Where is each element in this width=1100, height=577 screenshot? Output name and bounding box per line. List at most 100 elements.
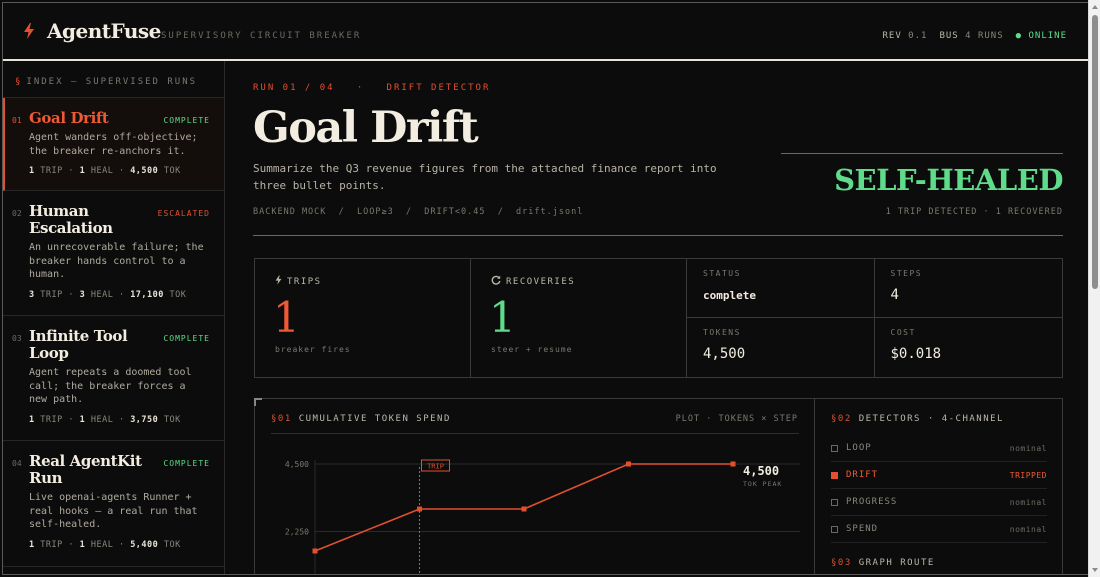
scroll-down-arrow-icon[interactable] — [1092, 568, 1098, 572]
recoveries-value: 1 — [489, 293, 516, 342]
brand-name: AgentFuse — [47, 19, 161, 43]
sidebar: § INDEX — SUPERVISED RUNS 01 Goal Drift C… — [3, 61, 225, 574]
stats-panel: TRIPS 1 breaker fires RECOVERIES 1 steer… — [254, 258, 1063, 378]
tokens-value: 4,500 — [703, 346, 746, 362]
scroll-thumb[interactable] — [1092, 15, 1098, 289]
data-point — [521, 506, 527, 512]
run-title: Infinite Tool Loop — [29, 327, 128, 362]
status-badge: COMPLETE — [163, 334, 210, 343]
graph-route-title: §03 GRAPH ROUTE — [831, 558, 935, 568]
top-bar: AgentFuse SUPERVISORY CIRCUIT BREAKER RE… — [3, 3, 1088, 59]
run-number: 02 — [12, 209, 22, 218]
run-number: 03 — [12, 334, 22, 343]
run-meta: 1 TRIP · 1 HEAL · 4,500 TOK — [29, 166, 181, 176]
tokens-stat: TOKENS 4,500 — [687, 318, 875, 377]
run-meta: 3 TRIP · 3 HEAL · 17,100 TOK — [29, 289, 187, 300]
run-description: Live openai-agents Runner + real hooks —… — [29, 492, 198, 530]
trips-value: 1 — [273, 293, 300, 342]
bus-indicator: BUS 4 RUNS — [939, 31, 1004, 41]
verdict-divider — [781, 153, 1063, 154]
run-breadcrumb: RUN 01 / 04 · DRIFT DETECTOR — [253, 83, 491, 93]
chart-svg: 4,500 2,250 TRIP 4,500 TOK PEAK — [285, 459, 800, 574]
page-scrollbar[interactable] — [1088, 0, 1100, 577]
data-point — [730, 461, 736, 467]
chart-divider — [271, 433, 799, 434]
run-description: Agent wanders off-objective; the breaker… — [29, 132, 198, 157]
recoveries-caption: steer + resume — [491, 345, 573, 354]
run-number: 01 — [12, 116, 22, 125]
status-value: complete — [703, 289, 756, 302]
sidebar-title: § INDEX — SUPERVISED RUNS — [3, 61, 224, 98]
detectors-panel: §02 DETECTORS · 4-CHANNEL LOOP nominal DR… — [815, 399, 1063, 574]
run-item-infinite-tool-loop[interactable]: 03 Infinite Tool Loop COMPLETE Agent rep… — [3, 316, 224, 441]
run-prompt: Summarize the Q3 revenue figures from th… — [253, 162, 717, 192]
verdict-summary: 1 TRIP DETECTED · 1 RECOVERED — [885, 207, 1063, 217]
header-status: REV 0.1 BUS 4 RUNS ● ONLINE — [882, 31, 1067, 41]
recoveries-label: RECOVERIES — [491, 275, 575, 287]
trip-marker-label: TRIP — [427, 463, 444, 471]
main-content: RUN 01 / 04 · DRIFT DETECTOR Goal Drift … — [253, 61, 1063, 574]
rev-indicator: REV 0.1 — [882, 31, 928, 41]
checkbox-icon — [831, 498, 838, 506]
run-item-goal-drift[interactable]: 01 Goal Drift COMPLETE Agent wanders off… — [3, 98, 224, 191]
checkbox-icon — [831, 444, 838, 452]
analysis-panel: §01 CUMULATIVE TOKEN SPEND PLOT · TOKENS… — [254, 398, 1063, 574]
peak-value: 4,500 — [743, 464, 779, 478]
chart-title: §01 CUMULATIVE TOKEN SPEND — [271, 414, 451, 424]
online-status: ● ONLINE — [1015, 31, 1067, 41]
detector-drift[interactable]: DRIFT TRIPPED — [831, 462, 1047, 489]
detector-state: nominal — [1009, 524, 1047, 534]
cost-label: COST — [890, 328, 916, 337]
checkbox-icon — [831, 525, 838, 533]
steps-stat: STEPS 4 — [874, 259, 1062, 318]
detector-state: TRIPPED — [1009, 470, 1047, 480]
section-divider — [253, 235, 1063, 236]
page-title: Goal Drift — [253, 103, 479, 153]
run-item-real-agentkit-run[interactable]: 04 Real AgentKit Run COMPLETE Live opena… — [3, 441, 224, 567]
trips-caption: breaker fires — [275, 345, 351, 354]
run-item-human-escalation[interactable]: 02 Human Escalation ESCALATED An unrecov… — [3, 191, 224, 316]
detectors-title: §02 DETECTORS · 4-CHANNEL — [831, 414, 1004, 424]
cost-stat: COST $0.018 — [875, 318, 1063, 377]
detector-progress[interactable]: PROGRESS nominal — [831, 489, 1047, 516]
trips-stat: TRIPS 1 breaker fires — [255, 259, 471, 377]
y-tick-label: 2,250 — [285, 528, 309, 537]
chart-axis-note: PLOT · TOKENS × STEP — [675, 414, 798, 424]
run-title: Goal Drift — [29, 109, 109, 127]
detector-state: nominal — [1009, 497, 1047, 507]
data-point — [626, 461, 631, 467]
run-config-tags: BACKEND MOCK / LOOP≥3 / DRIFT<0.45 / dri… — [253, 207, 584, 217]
stats-grid: STATUS complete STEPS 4 TOKENS 4,500 COS… — [687, 259, 1062, 377]
status-label: STATUS — [703, 269, 741, 278]
data-point — [417, 506, 422, 512]
refresh-icon — [491, 275, 501, 285]
bolt-icon — [24, 23, 34, 39]
app-window: AgentFuse SUPERVISORY CIRCUIT BREAKER RE… — [2, 2, 1088, 575]
run-meta: 1 TRIP · 1 HEAL · 5,400 TOK — [29, 539, 181, 550]
run-number: 04 — [12, 459, 22, 468]
token-spend-chart: §01 CUMULATIVE TOKEN SPEND PLOT · TOKENS… — [255, 399, 815, 574]
detector-list: LOOP nominal DRIFT TRIPPED PROGRESS nominal… — [831, 435, 1047, 543]
section-icon: § — [15, 77, 23, 87]
checkbox-icon — [831, 471, 838, 479]
data-point — [312, 548, 318, 554]
detector-spend[interactable]: SPEND nominal — [831, 516, 1047, 543]
status-stat: STATUS complete — [687, 259, 875, 318]
steps-label: STEPS — [890, 269, 923, 278]
status-badge: COMPLETE — [163, 116, 210, 125]
detector-loop[interactable]: LOOP nominal — [831, 435, 1047, 462]
trips-label: TRIPS — [275, 275, 322, 287]
tokens-label: TOKENS — [703, 328, 741, 337]
run-meta: 1 TRIP · 1 HEAL · 3,750 TOK — [29, 414, 181, 425]
run-title: Real AgentKit Run — [29, 452, 142, 487]
run-description: Agent repeats a doomed tool call; the br… — [29, 367, 192, 405]
brand-tagline: SUPERVISORY CIRCUIT BREAKER — [161, 31, 362, 41]
run-description: An unrecoverable failure; the breaker ha… — [29, 242, 204, 280]
recoveries-stat: RECOVERIES 1 steer + resume — [471, 259, 687, 377]
steps-value: 4 — [890, 287, 899, 303]
peak-label: TOK PEAK — [743, 480, 782, 488]
scroll-up-arrow-icon[interactable] — [1092, 5, 1098, 9]
y-tick-label: 4,500 — [285, 460, 309, 469]
status-badge: ESCALATED — [157, 209, 210, 218]
detector-state: nominal — [1009, 443, 1047, 453]
